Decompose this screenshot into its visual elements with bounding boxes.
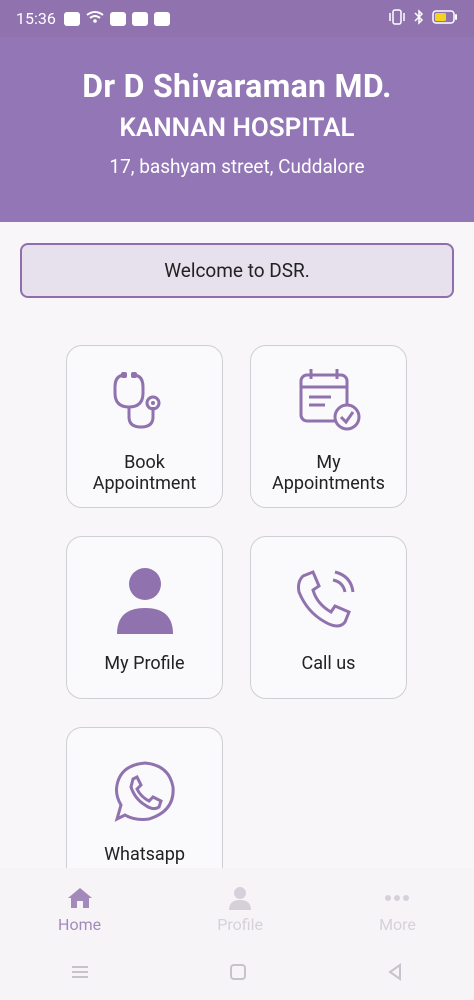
home-icon	[65, 883, 95, 913]
call-us-tile[interactable]: Call us	[250, 536, 407, 699]
nav-home[interactable]: Home	[58, 883, 101, 934]
doctor-name: Dr D Shivaraman MD.	[82, 67, 392, 105]
tile-label: Book Appointment	[93, 452, 197, 494]
wifi-icon	[86, 9, 104, 28]
nav-profile-label: Profile	[217, 914, 263, 934]
status-bar: 15:36	[0, 0, 474, 37]
nav-profile[interactable]: Profile	[217, 883, 263, 934]
my-appointments-tile[interactable]: My Appointments	[250, 345, 407, 508]
bottom-navigation: Home Profile More	[0, 868, 474, 948]
app-notification-icon	[153, 11, 170, 26]
gmail-icon	[131, 11, 148, 26]
notification-icon	[63, 11, 80, 26]
battery-icon	[432, 9, 458, 28]
book-appointment-label: Book Appointment	[92, 451, 197, 494]
calendar-check-icon	[289, 360, 369, 440]
status-time: 15:36	[16, 9, 56, 28]
system-navigation-bar	[0, 948, 474, 1000]
book-appointment-tile[interactable]: Book Appointment	[66, 345, 223, 508]
person-icon	[225, 883, 255, 913]
nav-more[interactable]: More	[379, 883, 416, 934]
my-profile-tile[interactable]: My Profile	[66, 536, 223, 699]
hospital-address: 17, bashyam street, Cuddalore	[109, 155, 365, 178]
whatsapp-label: Whatsapp	[104, 844, 185, 865]
status-notification-icons	[63, 9, 170, 28]
call-us-label: Call us	[301, 653, 356, 674]
home-square-icon[interactable]	[229, 963, 247, 985]
tile-label: My Appointments	[272, 452, 385, 494]
welcome-banner: Welcome to DSR.	[20, 243, 454, 298]
vibrate-icon	[388, 8, 406, 29]
stethoscope-icon	[105, 360, 185, 440]
my-appointments-label: My Appointments	[272, 451, 385, 494]
status-system-icons	[388, 8, 458, 29]
menu-icon[interactable]	[70, 964, 90, 984]
whatsapp-tile[interactable]: Whatsapp	[66, 727, 223, 890]
more-dots-icon	[382, 883, 412, 913]
hospital-name: KANNAN HOSPITAL	[119, 113, 355, 143]
nav-more-label: More	[379, 914, 416, 934]
back-triangle-icon[interactable]	[386, 963, 404, 985]
clinic-header: Dr D Shivaraman MD. KANNAN HOSPITAL 17, …	[0, 37, 474, 222]
nav-home-label: Home	[58, 914, 102, 934]
user-icon	[105, 561, 185, 641]
my-profile-label: My Profile	[104, 653, 185, 674]
whatsapp-icon	[105, 752, 185, 832]
phone-icon	[289, 561, 369, 641]
bluetooth-icon	[414, 8, 424, 29]
app-notification-icon	[109, 11, 126, 26]
